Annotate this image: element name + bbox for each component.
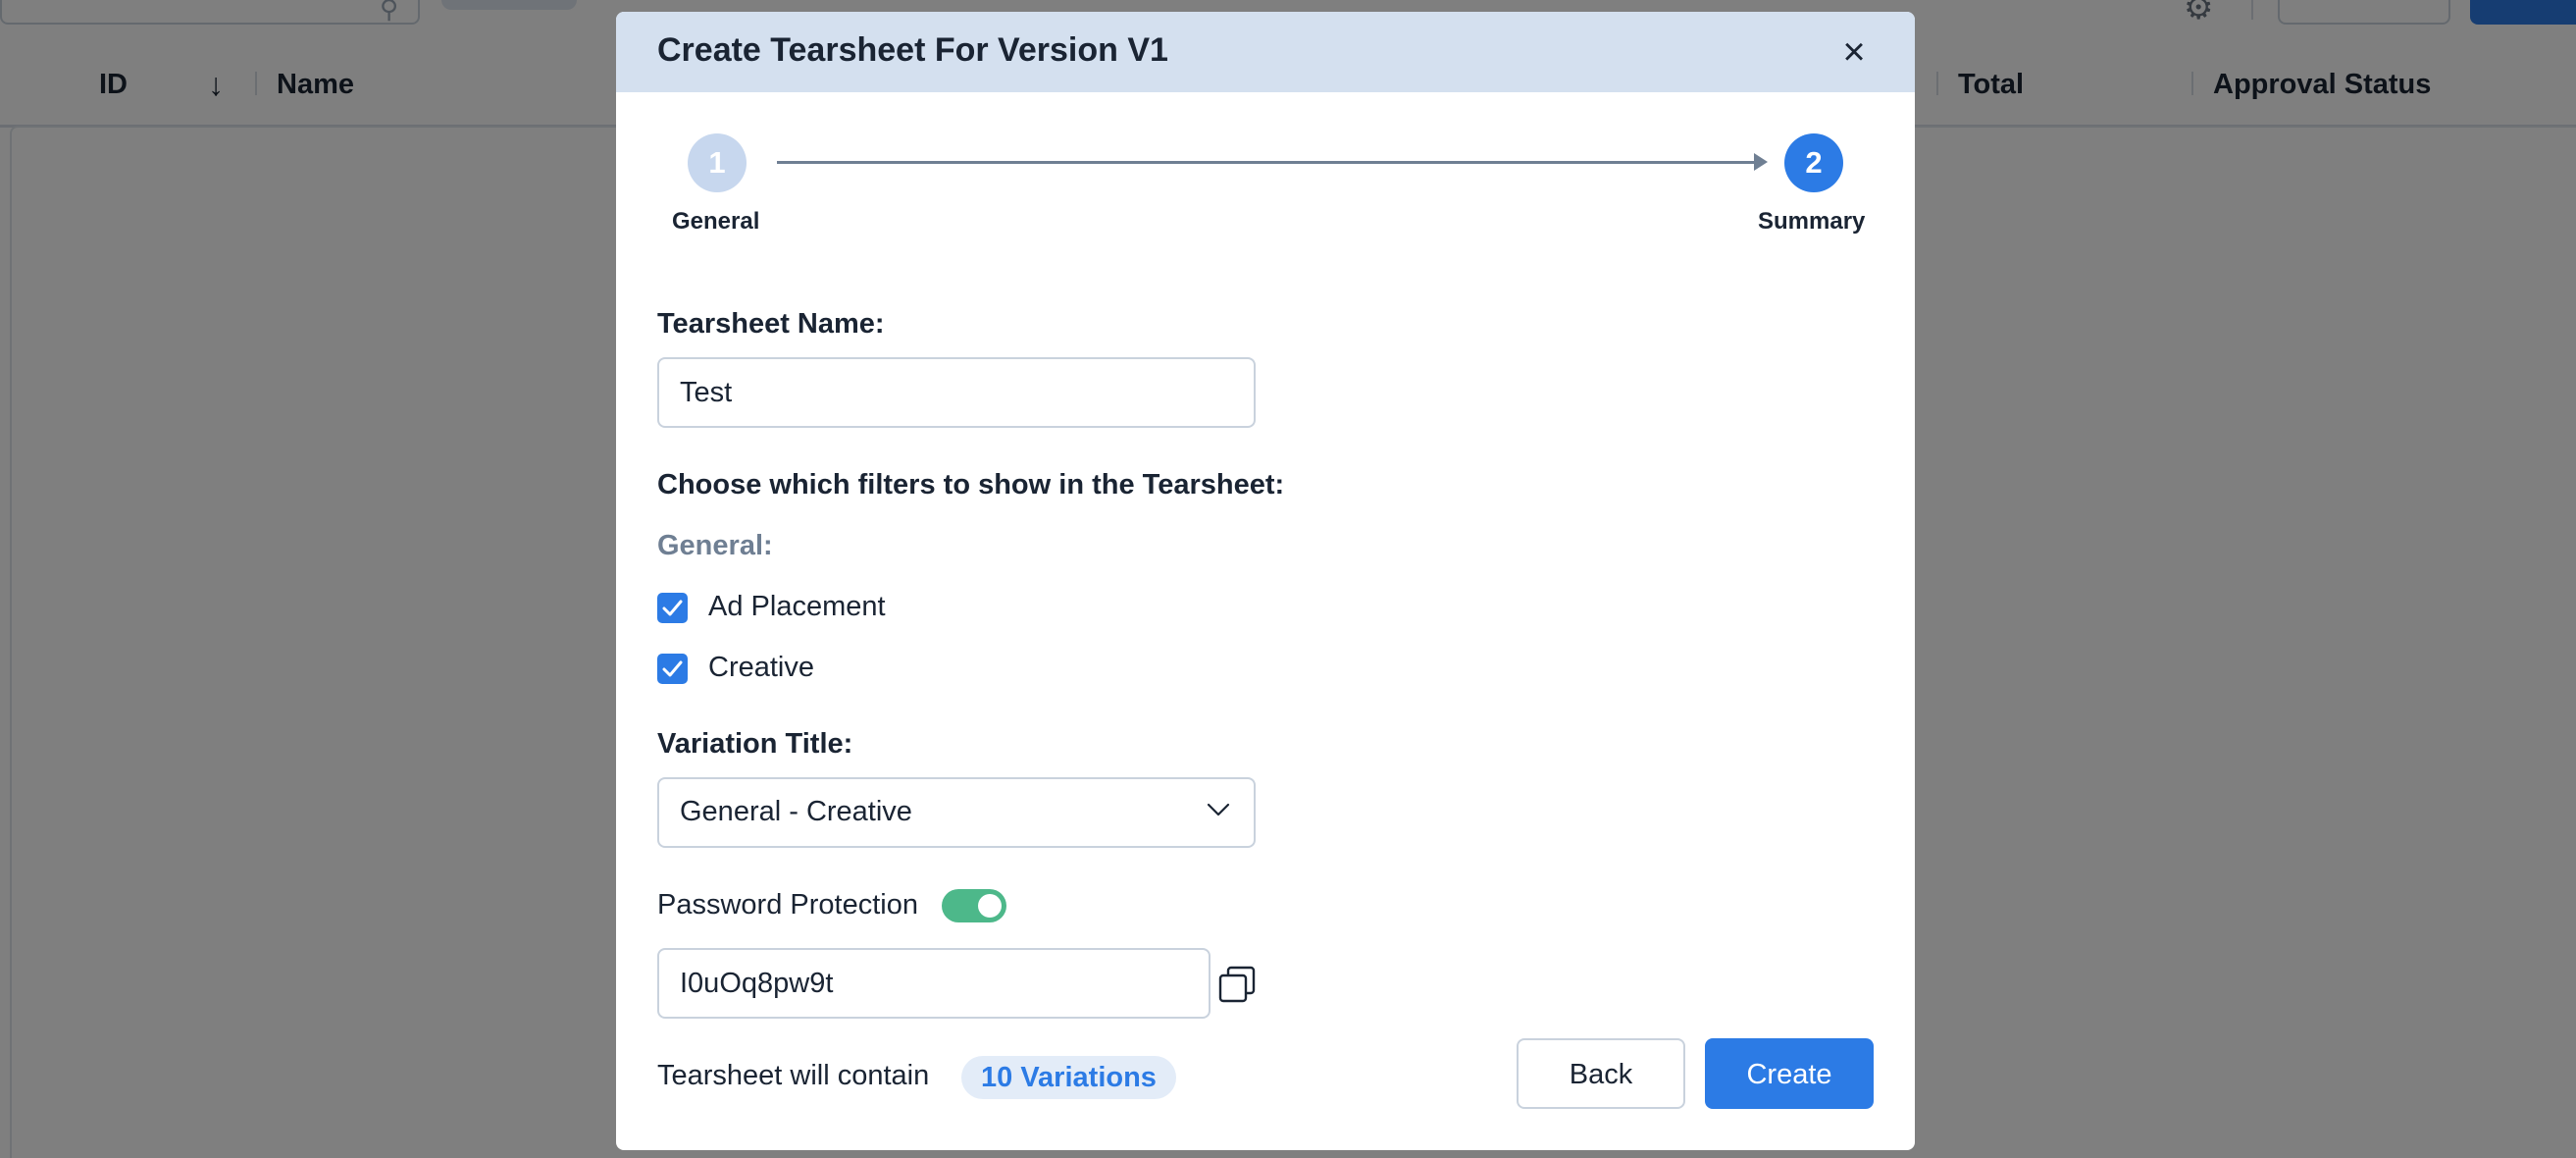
step-general-circle[interactable]: 1 [688, 133, 747, 192]
password-protection-label: Password Protection [657, 889, 918, 921]
password-input[interactable] [657, 948, 1211, 1019]
modal-title: Create Tearsheet For Version V1 [657, 31, 1168, 69]
ad-placement-label: Ad Placement [708, 591, 886, 622]
variation-title-select[interactable]: General - Creative [657, 777, 1256, 848]
copy-icon[interactable] [1216, 964, 1258, 1005]
creative-checkbox[interactable] [657, 654, 688, 684]
create-tearsheet-modal: Create Tearsheet For Version V1 × 1 2 Ge… [616, 12, 1915, 1150]
modal-header: Create Tearsheet For Version V1 × [616, 12, 1915, 92]
step-summary-label: Summary [1758, 208, 1866, 235]
toggle-knob [978, 894, 1002, 918]
tearsheet-contains-text: Tearsheet will contain [657, 1060, 930, 1091]
variations-count-badge: 10 Variations [961, 1056, 1176, 1099]
ad-placement-checkbox[interactable] [657, 593, 688, 623]
step-general-label: General [672, 208, 760, 235]
stepper-connector [777, 161, 1762, 164]
create-button[interactable]: Create [1705, 1038, 1874, 1109]
tearsheet-name-input[interactable] [657, 357, 1256, 428]
back-button[interactable]: Back [1517, 1038, 1685, 1109]
variation-title-value: General - Creative [680, 796, 912, 827]
filters-group-label: General: [657, 530, 773, 561]
arrow-right-icon [1754, 153, 1768, 171]
creative-label: Creative [708, 652, 814, 683]
variation-title-label: Variation Title: [657, 728, 853, 760]
filters-heading: Choose which filters to show in the Tear… [657, 469, 1285, 500]
chevron-down-icon [1207, 803, 1230, 816]
checkmark-icon [662, 600, 683, 616]
password-protection-toggle[interactable] [942, 889, 1006, 922]
close-icon[interactable]: × [1836, 32, 1872, 72]
tearsheet-name-label: Tearsheet Name: [657, 308, 885, 340]
checkmark-icon [662, 660, 683, 677]
step-summary-circle[interactable]: 2 [1784, 133, 1843, 192]
